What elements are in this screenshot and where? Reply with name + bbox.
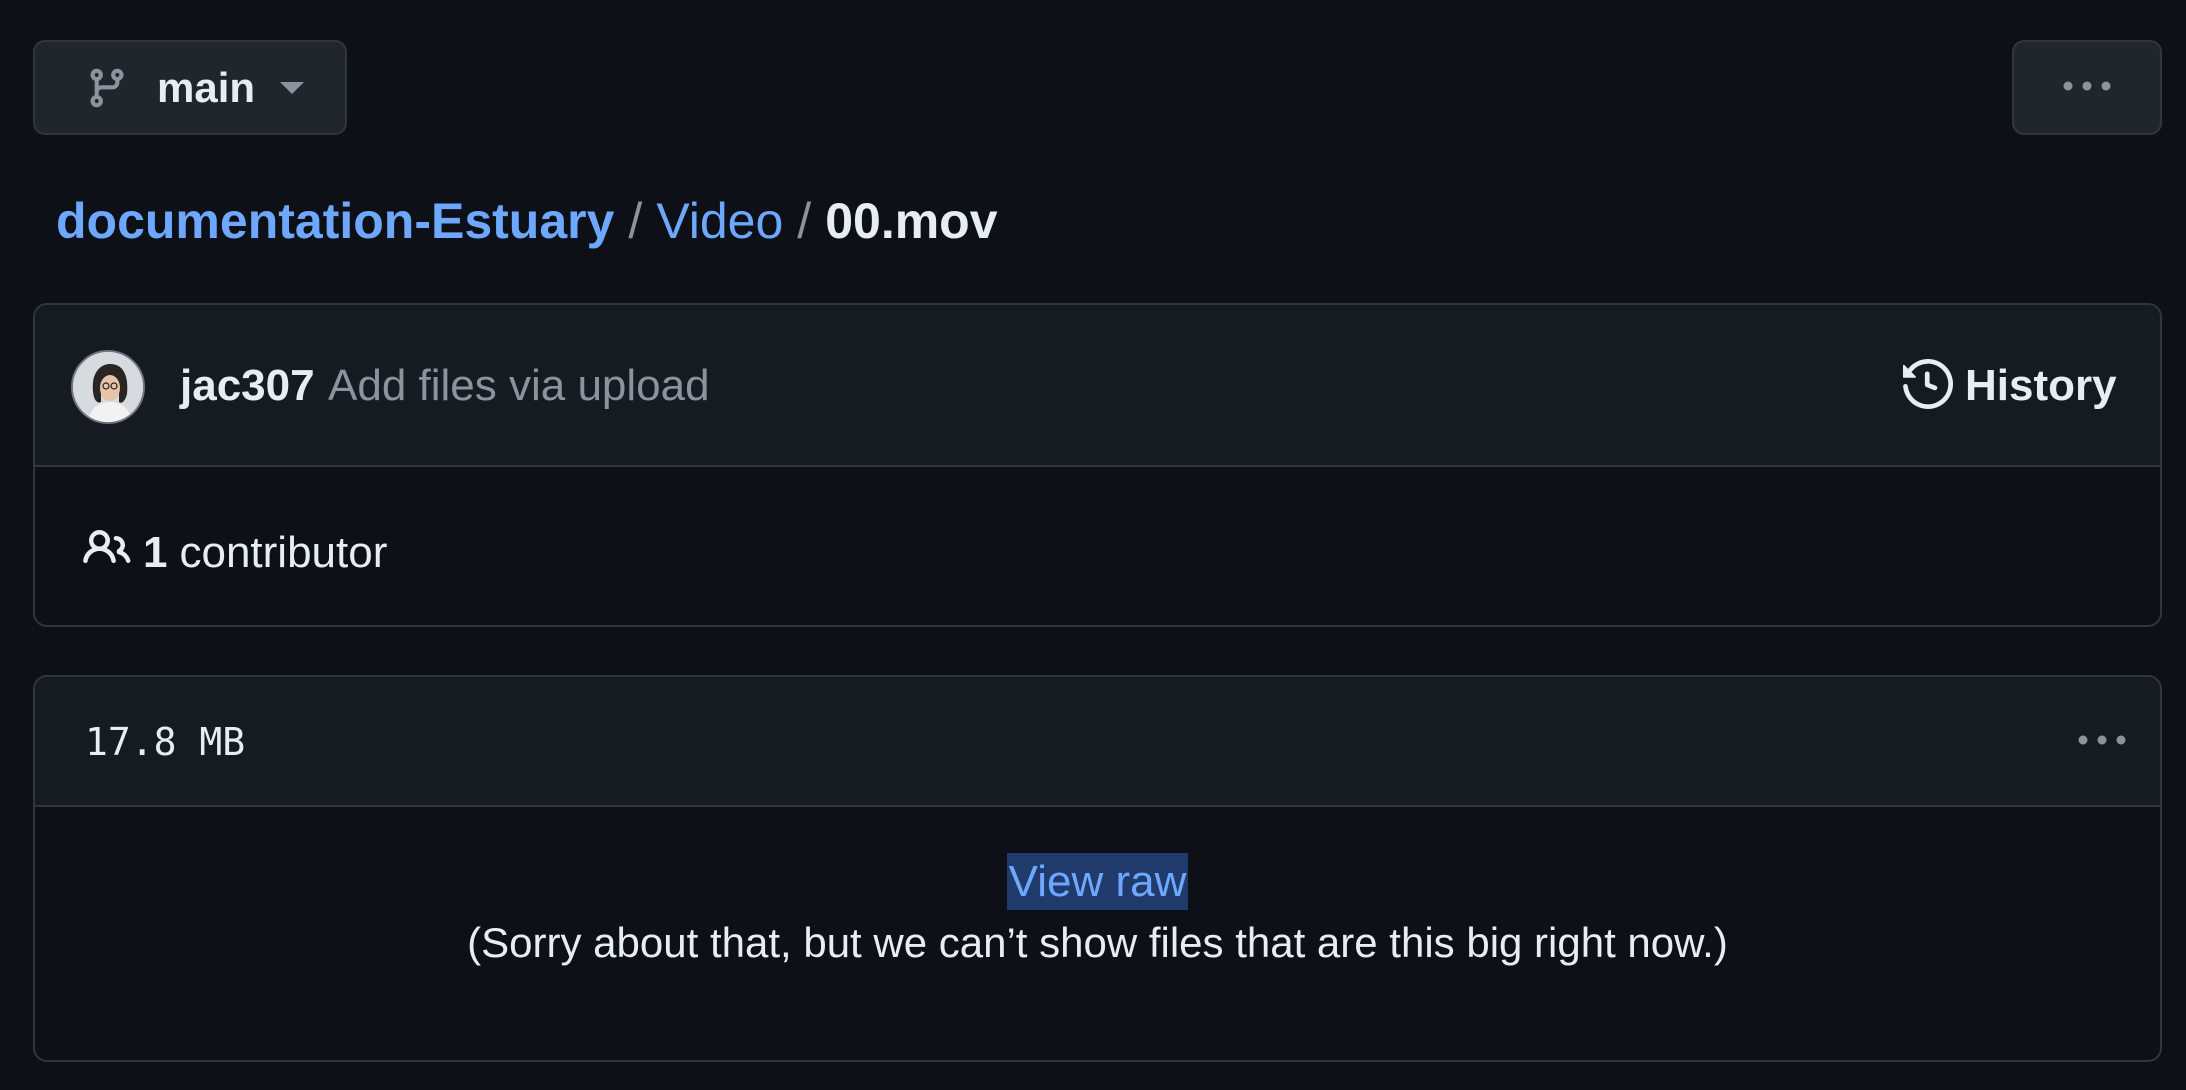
- kebab-horizontal-icon: [2077, 733, 2127, 751]
- branch-selector-button[interactable]: main: [33, 40, 347, 135]
- file-more-options-button[interactable]: [2067, 717, 2137, 767]
- git-branch-icon: [85, 66, 129, 110]
- file-body: View raw (Sorry about that, but we can’t…: [35, 807, 2160, 1060]
- latest-commit-header: jac307 Add files via upload History: [35, 305, 2160, 467]
- breadcrumb-separator: /: [797, 193, 812, 249]
- people-icon: [83, 524, 131, 583]
- branch-name: main: [157, 63, 256, 111]
- caret-down-icon: [279, 80, 305, 96]
- history-icon: [1903, 358, 1954, 414]
- breadcrumb-current-file: 00.mov: [825, 193, 998, 249]
- avatar[interactable]: [71, 350, 145, 424]
- contributors-link[interactable]: 1 contributor: [83, 523, 387, 583]
- history-button[interactable]: History: [1903, 355, 2117, 417]
- file-header: 17.8 MB: [35, 677, 2160, 807]
- kebab-horizontal-icon: [2062, 79, 2112, 97]
- view-raw-link[interactable]: View raw: [1006, 853, 1189, 910]
- file-size: 17.8 MB: [85, 720, 246, 764]
- contributor-label: contributor: [179, 528, 388, 577]
- file-view-box: 17.8 MB View raw (Sorry about that, but …: [33, 675, 2162, 1062]
- breadcrumb-repo-link[interactable]: documentation-Estuary: [56, 192, 614, 250]
- contributor-count: 1: [143, 528, 168, 577]
- breadcrumb-folder-link[interactable]: Video: [656, 192, 783, 250]
- view-raw-row: View raw: [35, 853, 2160, 910]
- commit-author-link[interactable]: jac307: [180, 361, 315, 411]
- commit-message-link[interactable]: Add files via upload: [328, 361, 710, 411]
- latest-commit-box: jac307 Add files via upload History 1 co…: [33, 303, 2162, 627]
- file-too-large-message: (Sorry about that, but we can’t show fil…: [467, 919, 1728, 966]
- more-options-button[interactable]: [2012, 40, 2162, 135]
- history-label: History: [1965, 361, 2117, 410]
- breadcrumb-separator: /: [628, 193, 643, 249]
- breadcrumb: documentation-Estuary / Video / 00.mov: [56, 188, 998, 254]
